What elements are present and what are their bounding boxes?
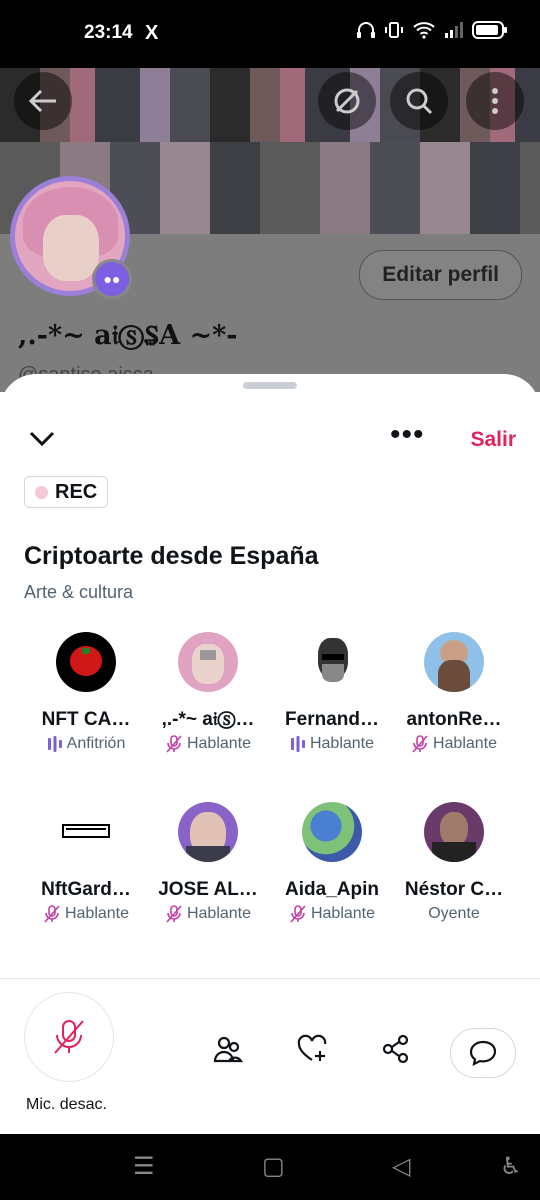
signal-icon <box>445 22 463 38</box>
vibrate-icon <box>385 22 403 38</box>
x-logo-icon: X <box>145 22 159 44</box>
avatar <box>424 632 484 692</box>
speaking-bars-icon <box>290 736 305 752</box>
participant[interactable]: ,.-*~ a𝔦Ⓢ… Hablante <box>146 632 270 753</box>
chat-bubble-icon <box>469 1040 497 1066</box>
avatar <box>56 632 116 692</box>
mic-off-icon <box>290 905 306 923</box>
android-nav-bar: ☰ ▢ ◁ ♿ <box>0 1134 540 1200</box>
accessibility-icon[interactable]: ♿ <box>500 1152 522 1181</box>
participant[interactable]: NFT CA… Anfitrión <box>24 632 148 753</box>
participant-name: Néstor C… <box>404 879 504 900</box>
recording-badge: REC <box>24 476 109 508</box>
mic-off-icon <box>44 905 60 923</box>
space-title: Criptoarte desde España <box>24 542 319 570</box>
chevron-down-icon[interactable] <box>28 426 56 450</box>
mic-label: Mic. desac. <box>26 1096 107 1113</box>
rec-label: REC <box>55 480 98 503</box>
participant-name: NftGard… <box>41 879 131 900</box>
participant-role: Hablante <box>392 735 516 753</box>
participant[interactable]: antonRe… Hablante <box>392 632 516 753</box>
grok-icon[interactable] <box>318 72 376 130</box>
status-icons <box>356 20 508 40</box>
mic-off-icon <box>166 905 182 923</box>
share-icon[interactable] <box>381 1034 411 1064</box>
participant[interactable]: JOSE AL… Hablante <box>146 802 270 923</box>
chat-button[interactable] <box>450 1028 516 1078</box>
divider <box>0 978 540 979</box>
avatar <box>302 632 362 692</box>
participant[interactable]: Fernand… Hablante <box>270 632 394 753</box>
mic-off-icon <box>412 735 428 753</box>
more-options-button[interactable]: ••• <box>390 420 425 450</box>
space-sheet: ••• Salir REC Criptoarte desde España Ar… <box>0 374 540 1134</box>
mic-off-icon <box>166 735 182 753</box>
status-time: 23:14 <box>84 22 133 43</box>
participant-role: Oyente <box>428 905 480 922</box>
spaces-live-icon: ●● <box>92 259 132 299</box>
participant-role: Hablante <box>24 905 148 923</box>
avatar <box>178 632 238 692</box>
record-dot-icon <box>35 485 48 499</box>
speaking-bars-icon <box>47 736 62 752</box>
avatar <box>56 802 116 862</box>
wifi-icon <box>413 22 435 39</box>
participant[interactable]: Aida_Apin Hablante <box>270 802 394 923</box>
participant-name: ,.-*~ a𝔦Ⓢ… <box>161 709 255 730</box>
profile-name: ,.-*~ a𝔦Ⓢ₷A ~*- <box>18 320 238 351</box>
sheet-drag-handle[interactable] <box>243 382 297 389</box>
participant-role: Hablante <box>146 905 270 923</box>
participant-name: JOSE AL… <box>158 879 258 900</box>
participant-name: antonRe… <box>406 709 502 730</box>
participant-role: Hablante <box>270 905 394 923</box>
participant-role: Hablante <box>270 735 394 753</box>
participant-name: Aida_Apin <box>285 879 379 900</box>
mic-off-icon <box>54 1020 84 1054</box>
back-icon[interactable]: ◁ <box>392 1152 410 1181</box>
recent-apps-icon[interactable]: ☰ <box>133 1152 155 1181</box>
people-icon[interactable] <box>213 1034 243 1064</box>
space-category: Arte & cultura <box>24 582 134 602</box>
profile-background: ●● Editar perfil ,.-*~ a𝔦Ⓢ₷A ~*- @santis… <box>0 52 540 392</box>
avatar <box>302 802 362 862</box>
search-icon[interactable] <box>390 72 448 130</box>
back-arrow-icon[interactable] <box>14 72 72 130</box>
battery-icon <box>472 21 507 39</box>
status-bar: 23:14 X <box>0 0 540 68</box>
avatar <box>424 802 484 862</box>
participant-name: Fernand… <box>285 709 379 730</box>
more-vertical-icon[interactable] <box>466 72 524 130</box>
participant-role: Anfitrión <box>24 735 148 753</box>
leave-button[interactable]: Salir <box>470 428 516 452</box>
participant[interactable]: NftGard… Hablante <box>24 802 148 923</box>
headphones-icon <box>357 22 375 38</box>
participant[interactable]: Néstor C… Oyente <box>392 802 516 923</box>
avatar <box>178 802 238 862</box>
mic-toggle-button[interactable] <box>24 992 114 1082</box>
edit-profile-button[interactable]: Editar perfil <box>359 250 522 300</box>
participant-name: NFT CA… <box>41 709 131 730</box>
participant-role: Hablante <box>146 735 270 753</box>
home-icon[interactable]: ▢ <box>262 1152 285 1181</box>
add-reaction-heart-icon[interactable] <box>297 1034 327 1064</box>
